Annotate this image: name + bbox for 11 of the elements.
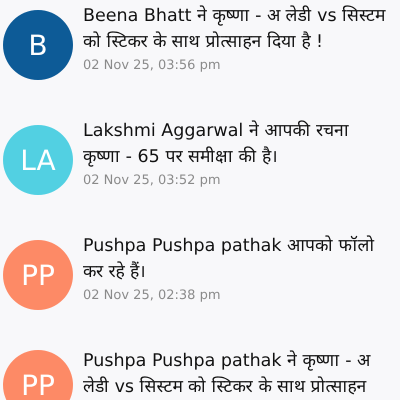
- avatar: PP: [3, 350, 73, 400]
- notification-message: Lakshmi Aggarwal ने आपकी रचना कृष्णा - 65 पर समीक्षा की है।: [83, 119, 350, 169]
- timestamp: 02 Nov 25, 03:52 pm: [83, 173, 222, 188]
- notification-message: Pushpa Pushpa pathak आपको फॉलो कर रहे हैं।: [83, 234, 376, 284]
- timestamp: 02 Nov 25, 03:56 pm: [83, 58, 222, 73]
- timestamp: 02 Nov 25, 02:38 pm: [83, 288, 222, 303]
- avatar: LA: [3, 125, 73, 195]
- notification-message: Beena Bhatt ने कृष्णा - अ लेडी vs सिस्टम को स्टिकर के साथ प्रोत्साहन दिया है !: [83, 4, 387, 54]
- avatar: PP: [3, 240, 73, 310]
- avatar: B: [3, 10, 73, 80]
- notification-message: Pushpa Pushpa pathak ने कृष्णा - अ लेडी vs सिस्टम को स्टिकर के साथ प्रोत्साहन: [83, 349, 372, 399]
